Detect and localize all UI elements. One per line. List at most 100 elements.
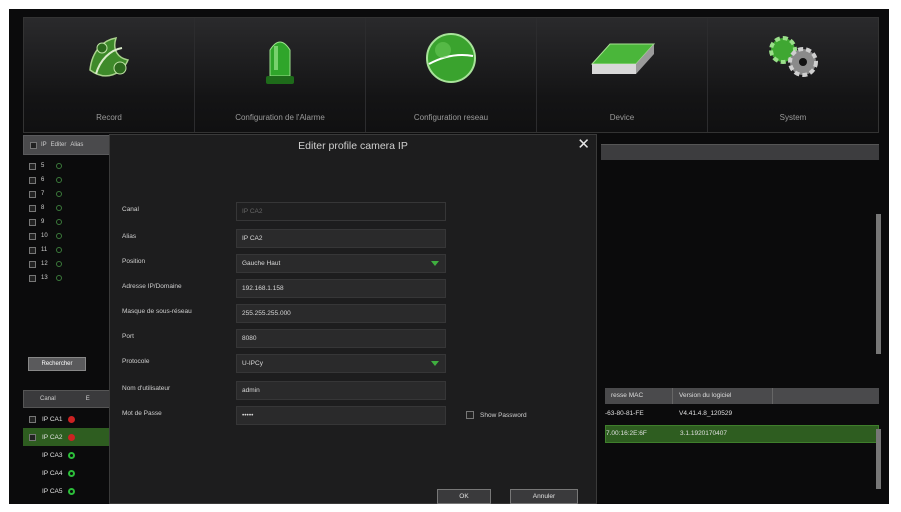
gears-icon	[769, 36, 818, 77]
clapper-icon	[89, 37, 130, 77]
channel-list-header: Canal E	[23, 390, 113, 408]
nav-label: Configuration de l'Alarme	[235, 113, 325, 122]
show-password-label: Show Password	[480, 411, 527, 419]
status-connected-icon	[68, 469, 76, 477]
field-row-address: Adresse IP/Domaine 192.168.1.158	[110, 279, 598, 301]
row-checkbox[interactable]	[29, 260, 36, 268]
list-item[interactable]: 12	[23, 257, 113, 271]
list-item[interactable]: 7	[23, 187, 113, 201]
protocol-label: Protocole	[122, 358, 150, 365]
status-connected-icon	[68, 451, 76, 459]
col-status: E	[85, 396, 90, 402]
alias-field[interactable]: IP CA2	[236, 229, 446, 248]
row-checkbox[interactable]	[29, 415, 36, 423]
channel-field: IP CA2	[236, 202, 446, 221]
nav-record[interactable]: Record	[24, 18, 195, 132]
table-row-selected[interactable]: IP CA2	[23, 428, 113, 446]
chevron-down-icon	[431, 361, 439, 366]
table-row-selected[interactable]: 7.00:16:2E:6F 3.1.1920170407	[605, 425, 879, 443]
field-row-alias: Alias IP CA2	[110, 229, 598, 251]
nav-alarm-config[interactable]: Configuration de l'Alarme	[195, 18, 366, 132]
edit-icon[interactable]	[56, 219, 62, 225]
row-checkbox[interactable]	[29, 204, 36, 212]
list-item[interactable]: 6	[23, 173, 113, 187]
close-icon[interactable]: ✕	[577, 137, 590, 153]
mac-table-header: resse MAC Version du logiciel	[605, 388, 879, 404]
row-checkbox[interactable]	[29, 232, 36, 240]
list-item[interactable]: 8	[23, 201, 113, 215]
select-all-checkbox[interactable]	[30, 141, 37, 149]
nav-device[interactable]: Device	[537, 18, 708, 132]
edit-icon[interactable]	[56, 191, 62, 197]
row-checkbox[interactable]	[29, 162, 36, 170]
ip-address-field[interactable]: 192.168.1.158	[236, 279, 446, 298]
show-password-toggle[interactable]: Show Password	[466, 411, 527, 419]
username-label: Nom d'utilisateur	[122, 385, 171, 392]
field-row-channel: Canal IP CA2	[110, 202, 598, 224]
nav-label: System	[779, 113, 807, 122]
subnet-mask-field[interactable]: 255.255.255.000	[236, 304, 446, 323]
alias-label: Alias	[122, 233, 137, 240]
col-ip: IP	[41, 142, 47, 148]
list-item[interactable]: 11	[23, 243, 113, 257]
table-row[interactable]: IP CA5	[23, 482, 113, 500]
col-mac: resse MAC	[605, 388, 673, 404]
protocol-select[interactable]: U-IPCy	[236, 354, 446, 373]
hard-drive-icon	[590, 43, 656, 74]
scrollbar[interactable]	[876, 429, 881, 489]
field-row-protocol: Protocole U-IPCy	[110, 354, 598, 376]
password-field[interactable]: •••••	[236, 406, 446, 425]
col-alias: Alias	[70, 142, 84, 148]
table-row[interactable]: IP CA4	[23, 464, 113, 482]
field-row-user: Nom d'utilisateur admin	[110, 381, 598, 403]
status-connected-icon	[68, 487, 76, 495]
edit-icon[interactable]	[56, 177, 62, 183]
position-label: Position	[122, 258, 146, 265]
search-button[interactable]: Rechercher	[28, 357, 86, 371]
channel-label: Canal	[122, 206, 139, 213]
edit-ip-camera-dialog: Editer profile camera IP ✕ Canal IP CA2 …	[109, 134, 597, 504]
show-password-checkbox[interactable]	[466, 411, 474, 419]
field-row-port: Port 8080	[110, 329, 598, 351]
col-edit: Editer	[50, 142, 67, 148]
row-checkbox[interactable]	[29, 176, 36, 184]
nav-network-config[interactable]: Configuration reseau	[366, 18, 537, 132]
network-globe-icon	[426, 33, 476, 83]
row-checkbox[interactable]	[29, 218, 36, 226]
scrollbar[interactable]	[876, 214, 881, 354]
list-item[interactable]: 13	[23, 271, 113, 285]
mask-label: Masque de sous-réseau	[122, 308, 192, 315]
list-item[interactable]: 5	[23, 159, 113, 173]
row-checkbox[interactable]	[29, 246, 36, 254]
nav-system[interactable]: System	[708, 18, 878, 132]
nav-label: Device	[609, 113, 635, 122]
dialog-title: Editer profile camera IP	[298, 140, 408, 152]
address-label: Adresse IP/Domaine	[122, 283, 182, 290]
table-row[interactable]: IP CA3	[23, 446, 113, 464]
ok-button[interactable]: OK	[437, 489, 491, 504]
dvr-screen: Record Configuration de l'Alarme Configu…	[9, 9, 889, 504]
edit-icon[interactable]	[56, 275, 62, 281]
status-disconnected-icon	[68, 415, 76, 423]
edit-icon[interactable]	[56, 205, 62, 211]
camera-list-header: IP Editer Alias	[23, 135, 113, 155]
table-row[interactable]: IP CA1	[23, 410, 113, 428]
list-item[interactable]: 10	[23, 229, 113, 243]
username-field[interactable]: admin	[236, 381, 446, 400]
position-select[interactable]: Gauche Haut	[236, 254, 446, 273]
list-item[interactable]: 9	[23, 215, 113, 229]
port-field[interactable]: 8080	[236, 329, 446, 348]
port-label: Port	[122, 333, 134, 340]
row-checkbox[interactable]	[29, 274, 36, 282]
edit-icon[interactable]	[56, 247, 62, 253]
cancel-button[interactable]: Annuler	[510, 489, 578, 504]
row-checkbox[interactable]	[29, 190, 36, 198]
status-disconnected-icon	[68, 433, 76, 441]
edit-icon[interactable]	[56, 261, 62, 267]
row-checkbox[interactable]	[29, 433, 36, 441]
edit-icon[interactable]	[56, 163, 62, 169]
edit-icon[interactable]	[56, 233, 62, 239]
device-list-header	[601, 144, 879, 160]
chevron-down-icon	[431, 261, 439, 266]
table-row[interactable]: -63-80-81-FE V4.41.4.8_120529	[605, 406, 879, 422]
